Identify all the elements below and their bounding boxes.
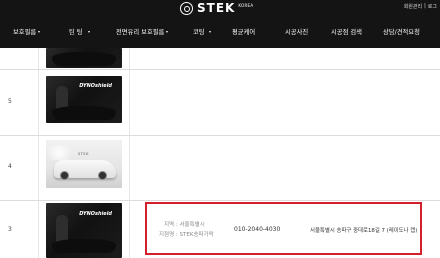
phone-number: 010-2040-4030 [234, 226, 281, 233]
wheel-shape [60, 171, 69, 180]
nav-label: 틴 팅 [69, 29, 83, 36]
nav-label: 평균케어 [232, 29, 256, 36]
car-hood-shape [52, 239, 116, 253]
brand-sub: KOREA [238, 3, 254, 8]
nav-item-protection-film[interactable]: 보호필름 [13, 27, 41, 36]
region-label: 지역 : 서울특별시 [164, 222, 205, 228]
row-number: 3 [8, 226, 12, 233]
chevron-down-icon [38, 31, 41, 33]
nav-label: 상담/견적요청 [383, 29, 420, 36]
row-divider [0, 200, 440, 201]
wheel-shape [98, 171, 107, 180]
thumbnail-image[interactable]: STEK [46, 140, 122, 188]
nav-item-coating[interactable]: 코팅 [193, 27, 211, 36]
dyno-tag: DYNOshield [79, 83, 112, 89]
store-address: 서울특별시 송파구 중대로18길 7 (레이도나 캡) [310, 228, 418, 234]
chevron-down-icon [166, 31, 169, 33]
row-number: 4 [8, 163, 12, 170]
thumbnail-image[interactable]: DYNOshield [46, 76, 122, 123]
util-divider: | [424, 3, 426, 9]
nav-item-care[interactable]: 평균케어 [232, 27, 255, 36]
member-admin-link[interactable]: 회원관리 [404, 3, 422, 10]
nav-item-gallery[interactable]: 시공사진 [285, 27, 308, 36]
chevron-down-icon [87, 31, 90, 33]
thumbnail-image[interactable] [46, 48, 122, 68]
nav-item-consultation[interactable]: 상담/견적요청 [383, 27, 420, 36]
column-divider [38, 48, 39, 258]
car-hood-shape [52, 52, 116, 66]
nav-item-tinting[interactable]: 틴 팅 [69, 27, 90, 36]
nav-label: 시공사진 [285, 29, 309, 36]
brand-name: STEK [197, 1, 236, 15]
nav-label: 코팅 [193, 29, 205, 36]
login-link[interactable]: 로그 [428, 3, 437, 10]
utility-links: 회원관리 | 로그 [404, 3, 437, 10]
dyno-tag: DYNOshield [79, 211, 112, 217]
car-hood-shape [52, 106, 116, 120]
row-divider [0, 69, 440, 70]
site-header: STEK KOREA 회원관리 | 로그 보호필름 틴 팅 전면유리 보호필름 … [0, 0, 440, 48]
stek-watermark: STEK [78, 152, 89, 156]
nav-item-store-search[interactable]: 시공점 검색 [331, 27, 362, 36]
nav-label: 전면유리 보호필름 [116, 29, 165, 36]
nav-item-windshield-film[interactable]: 전면유리 보호필름 [116, 27, 169, 36]
store-name: 지점명 : STEK송파가락 [159, 232, 214, 238]
stek-logo-mark-icon [180, 1, 193, 15]
row-divider [0, 135, 440, 136]
nav-label: 시공점 검색 [331, 29, 362, 36]
row-number: 5 [8, 98, 12, 105]
nav-label: 보호필름 [13, 29, 37, 36]
steam-effect [48, 146, 70, 160]
chevron-down-icon [208, 31, 211, 33]
main-nav: 보호필름 틴 팅 전면유리 보호필름 코팅 평균케어 시공사진 시공점 검색 상… [0, 27, 440, 40]
stek-logo[interactable]: STEK KOREA [180, 1, 253, 15]
thumbnail-image[interactable]: DYNOshield [46, 203, 122, 258]
column-divider [129, 48, 130, 258]
